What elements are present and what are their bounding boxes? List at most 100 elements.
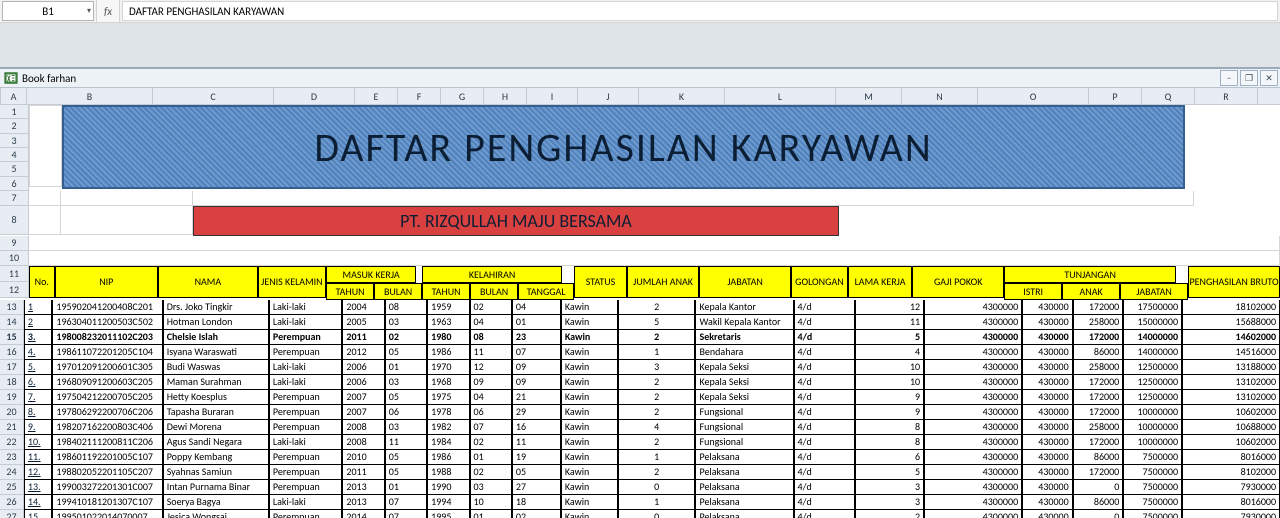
cell-no[interactable]: 12. (24, 465, 52, 480)
cell-lama[interactable]: 8 (855, 420, 924, 435)
cell-l_tg[interactable]: 18 (512, 495, 561, 510)
cell-gaji[interactable]: 4300000 (924, 420, 1022, 435)
cell-blank[interactable] (29, 251, 1280, 266)
cell-lama[interactable]: 12 (855, 300, 924, 315)
row-header[interactable]: 2 (0, 119, 29, 133)
cell-t_jab[interactable]: 7500000 (1123, 465, 1182, 480)
cell-t_istri[interactable]: 430000 (1022, 420, 1073, 435)
cell-m_th[interactable]: 2007 (342, 390, 384, 405)
cell-l_tg[interactable]: 09 (512, 360, 561, 375)
cell-jk[interactable]: Perempuan (269, 345, 342, 360)
subtitle-cell[interactable]: PT. RIZQULLAH MAJU BERSAMA (193, 206, 839, 236)
row-header[interactable]: 11 (0, 266, 29, 282)
cell-m_bl[interactable]: 05 (385, 390, 427, 405)
cell-l_bl[interactable]: 11 (470, 345, 512, 360)
cell-lama[interactable]: 2 (855, 510, 924, 518)
cell-blank[interactable] (61, 191, 193, 206)
cell-t_istri[interactable]: 430000 (1022, 480, 1073, 495)
cell-nip[interactable]: 198402111200811C206 (52, 435, 162, 450)
cell-anak[interactable]: 1 (618, 450, 696, 465)
cell-nama[interactable]: Hetty Koesplus (163, 390, 269, 405)
row-header[interactable]: 19 (0, 390, 24, 405)
row-header[interactable]: 26 (0, 495, 24, 510)
cell-status[interactable]: Kawin (561, 480, 618, 495)
row-header[interactable]: 24 (0, 465, 24, 480)
cell-m_bl[interactable]: 06 (385, 405, 427, 420)
th-jk[interactable]: JENIS KELAMIN (258, 266, 326, 298)
row-header[interactable]: 5 (0, 162, 29, 176)
cell-t_anak[interactable]: 258000 (1073, 360, 1124, 375)
cell-l_tg[interactable]: 09 (512, 375, 561, 390)
cell-l_bl[interactable]: 07 (470, 420, 512, 435)
cell-nip[interactable]: 198802052201105C207 (52, 465, 162, 480)
cell-t_anak[interactable]: 86000 (1073, 450, 1124, 465)
cell-jabatan[interactable]: Fungsional (695, 420, 793, 435)
column-header-F[interactable]: F (398, 88, 441, 105)
cell-jk[interactable]: Perempuan (269, 420, 342, 435)
cell-t_istri[interactable]: 430000 (1022, 345, 1073, 360)
formula-input[interactable]: DAFTAR PENGHASILAN KARYAWAN (122, 1, 1278, 21)
cell-gaji[interactable]: 4300000 (924, 375, 1022, 390)
row-header[interactable]: 27 (0, 510, 24, 518)
cell-gaji[interactable]: 4300000 (924, 390, 1022, 405)
cell-jk[interactable]: Perempuan (269, 480, 342, 495)
cell-nama[interactable]: Jesica Wongsai (163, 510, 269, 518)
cell-nama[interactable]: Soerya Bagya (163, 495, 269, 510)
column-header-K[interactable]: K (639, 88, 725, 105)
cell-bruto[interactable]: 8016000 (1182, 495, 1280, 510)
cell-l_th[interactable]: 1990 (427, 480, 469, 495)
cell-l_th[interactable]: 1984 (427, 435, 469, 450)
row-header[interactable]: 21 (0, 420, 24, 435)
cell-t_istri[interactable]: 430000 (1022, 300, 1073, 315)
cell-l_bl[interactable]: 01 (470, 450, 512, 465)
cell-l_th[interactable]: 1963 (427, 315, 469, 330)
cell-nip[interactable]: 199003272201301C007 (52, 480, 162, 495)
cell-anak[interactable]: 0 (618, 480, 696, 495)
cell-nama[interactable]: Budi Waswas (163, 360, 269, 375)
cell-bruto[interactable]: 13102000 (1182, 375, 1280, 390)
cell-lama[interactable]: 5 (855, 330, 924, 345)
cell-blank[interactable] (29, 105, 62, 187)
cell-l_th[interactable]: 1995 (427, 510, 469, 518)
cell-l_tg[interactable]: 16 (512, 420, 561, 435)
cell-lama[interactable]: 3 (855, 480, 924, 495)
cell-nama[interactable]: Agus Sandi Negara (163, 435, 269, 450)
row-header[interactable]: 9 (0, 236, 29, 251)
cell-jabatan[interactable]: Pelaksana (695, 450, 793, 465)
cell-gaji[interactable]: 4300000 (924, 495, 1022, 510)
cell-m_bl[interactable]: 03 (385, 315, 427, 330)
cell-no[interactable]: 13. (24, 480, 52, 495)
chevron-down-icon[interactable]: ▾ (87, 6, 91, 16)
cell-nama[interactable]: Hotman London (163, 315, 269, 330)
column-header-L[interactable]: L (725, 88, 836, 105)
fx-button[interactable]: fx (96, 0, 120, 22)
cell-gol[interactable]: 4/d (794, 510, 855, 518)
name-box[interactable]: B1 ▾ (2, 1, 94, 21)
cell-gol[interactable]: 4/d (794, 345, 855, 360)
cell-gol[interactable]: 4/d (794, 465, 855, 480)
cell-no[interactable]: 6. (24, 375, 52, 390)
cell-jk[interactable]: Perempuan (269, 465, 342, 480)
cell-status[interactable]: Kawin (561, 420, 618, 435)
cell-bruto[interactable]: 8102000 (1182, 465, 1280, 480)
row-header[interactable]: 7 (0, 191, 29, 206)
cell-jabatan[interactable]: Kepala Kantor (695, 300, 793, 315)
cell-lama[interactable]: 3 (855, 495, 924, 510)
cell-t_jab[interactable]: 17500000 (1123, 300, 1182, 315)
cell-anak[interactable]: 2 (618, 435, 696, 450)
th-t-anak[interactable]: ANAK (1062, 283, 1120, 300)
cell-t_istri[interactable]: 430000 (1022, 465, 1073, 480)
cell-blank[interactable] (29, 191, 61, 206)
row-header[interactable]: 22 (0, 435, 24, 450)
cell-status[interactable]: Kawin (561, 495, 618, 510)
cell-m_th[interactable]: 2011 (342, 330, 384, 345)
cell-gaji[interactable]: 4300000 (924, 315, 1022, 330)
cell-gaji[interactable]: 4300000 (924, 405, 1022, 420)
cell-status[interactable]: Kawin (561, 375, 618, 390)
cell-l_tg[interactable]: 21 (512, 390, 561, 405)
cell-l_tg[interactable]: 27 (512, 480, 561, 495)
cell-l_bl[interactable]: 12 (470, 360, 512, 375)
cell-m_th[interactable]: 2013 (342, 480, 384, 495)
cell-nip[interactable]: 199501022014070007 (52, 510, 162, 518)
row-header[interactable]: 14 (0, 315, 24, 330)
